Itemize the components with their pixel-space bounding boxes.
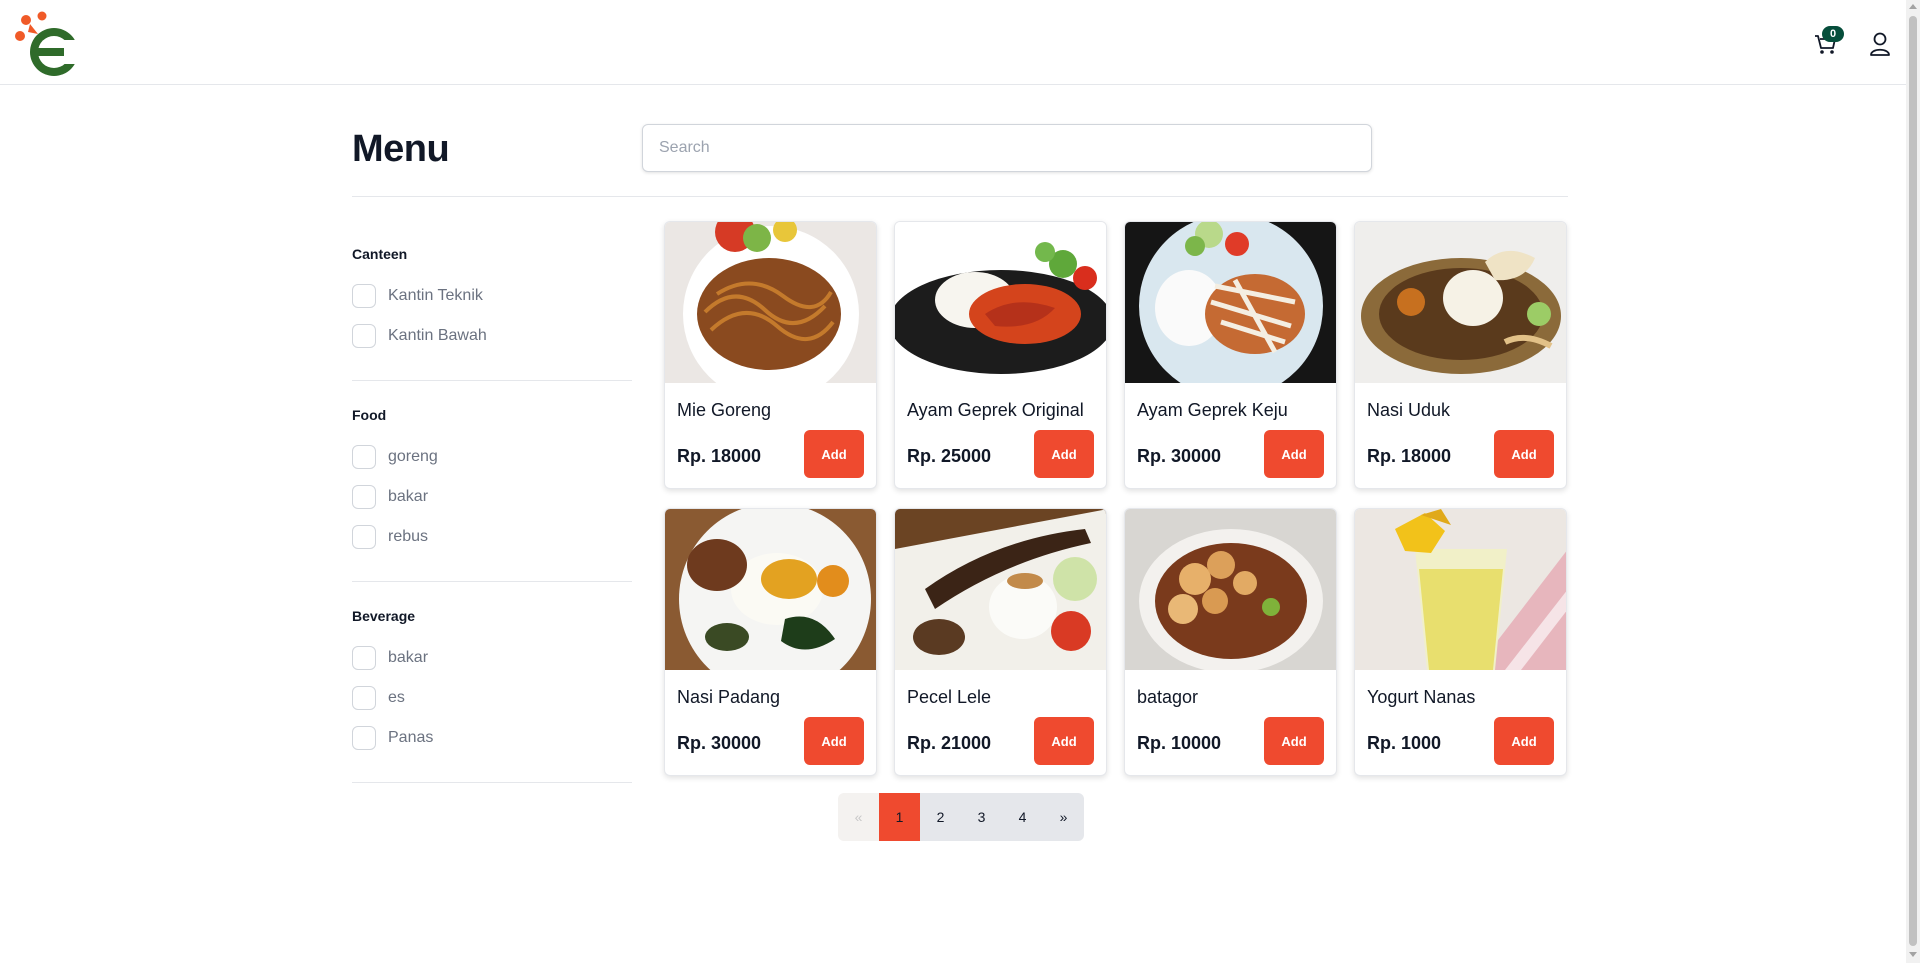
checkbox[interactable] [352, 485, 376, 509]
product-price: Rp. 1000 [1367, 733, 1442, 753]
product-price: Rp. 30000 [1137, 446, 1222, 466]
add-to-cart-button[interactable]: Add [1264, 430, 1324, 478]
product-card[interactable]: Yogurt Nanas Rp. 1000 Add [1354, 508, 1567, 776]
filter-label: goreng [388, 448, 438, 465]
filter-group-food: Food goreng bakar rebus [352, 381, 632, 582]
scrollbar-thumb[interactable] [1909, 16, 1917, 946]
product-card[interactable]: Mie Goreng Rp. 18000 Add [664, 221, 877, 489]
product-price: Rp. 25000 [907, 446, 992, 466]
cart-count-badge: 0 [1822, 26, 1844, 42]
product-card[interactable]: Pecel Lele Rp. 21000 Add [894, 508, 1107, 776]
nasi-padang-photo[interactable] [665, 509, 876, 670]
pagination: « 1 2 3 4 » [838, 793, 1084, 841]
add-to-cart-button[interactable]: Add [1034, 430, 1094, 478]
pagination-next-button[interactable]: » [1043, 793, 1084, 841]
heading-divider [352, 196, 1568, 197]
filter-group-canteen: Canteen Kantin Teknik Kantin Bawah [352, 220, 632, 381]
add-to-cart-button[interactable]: Add [1494, 430, 1554, 478]
page-title: Menu [352, 128, 450, 170]
pagination-page-2[interactable]: 2 [920, 793, 961, 841]
search-input[interactable] [642, 124, 1372, 172]
filter-title: Food [352, 407, 387, 423]
mie-goreng-photo[interactable] [665, 222, 876, 383]
product-card[interactable]: Nasi Uduk Rp. 18000 Add [1354, 221, 1567, 489]
filter-label: rebus [388, 528, 429, 545]
product-grid: Mie Goreng Rp. 18000 Add Ayam Geprek Ori… [664, 221, 1568, 776]
page-scrollbar[interactable] [1906, 0, 1920, 963]
filter-group-beverage: Beverage bakar es Panas [352, 582, 632, 783]
product-card[interactable]: batagor Rp. 10000 Add [1124, 508, 1337, 776]
add-to-cart-button[interactable]: Add [804, 717, 864, 765]
add-to-cart-button[interactable]: Add [1264, 717, 1324, 765]
product-price: Rp. 21000 [907, 733, 992, 753]
ayam-geprek-original-photo[interactable] [895, 222, 1106, 383]
scroll-up-arrow-icon[interactable] [1909, 4, 1917, 9]
add-to-cart-button[interactable]: Add [1034, 717, 1094, 765]
checkbox[interactable] [352, 525, 376, 549]
filter-label: bakar [388, 649, 429, 666]
filter-label: Kantin Teknik [388, 287, 483, 304]
add-to-cart-button[interactable]: Add [1494, 717, 1554, 765]
nasi-uduk-photo[interactable] [1355, 222, 1566, 383]
filter-option-kantin-teknik[interactable]: Kantin Teknik [352, 284, 632, 308]
user-icon[interactable] [1868, 30, 1892, 58]
product-name: Nasi Uduk [1367, 400, 1451, 420]
logo-icon[interactable] [14, 10, 84, 78]
pagination-page-4[interactable]: 4 [1002, 793, 1043, 841]
checkbox[interactable] [352, 324, 376, 348]
product-price: Rp. 18000 [1367, 446, 1452, 466]
product-card[interactable]: Nasi Padang Rp. 30000 Add [664, 508, 877, 776]
checkbox[interactable] [352, 686, 376, 710]
product-name: Nasi Padang [677, 687, 781, 707]
filter-option-panas[interactable]: Panas [352, 726, 632, 750]
filter-label: Kantin Bawah [388, 327, 487, 344]
product-card[interactable]: Ayam Geprek Keju Rp. 30000 Add [1124, 221, 1337, 489]
filter-title: Beverage [352, 608, 416, 624]
batagor-photo[interactable] [1125, 509, 1336, 670]
filter-label: bakar [388, 488, 429, 505]
product-name: batagor [1137, 687, 1199, 707]
product-name: Mie Goreng [677, 400, 772, 420]
top-navbar: 0 [0, 0, 1906, 85]
product-price: Rp. 18000 [677, 446, 762, 466]
checkbox[interactable] [352, 726, 376, 750]
filter-title: Canteen [352, 246, 408, 262]
pagination-page-1[interactable]: 1 [879, 793, 920, 841]
product-card[interactable]: Ayam Geprek Original Rp. 25000 Add [894, 221, 1107, 489]
filter-option-kantin-bawah[interactable]: Kantin Bawah [352, 324, 632, 348]
product-price: Rp. 10000 [1137, 733, 1222, 753]
checkbox[interactable] [352, 445, 376, 469]
product-name: Yogurt Nanas [1367, 687, 1476, 707]
filter-option-bakar[interactable]: bakar [352, 485, 632, 509]
filter-option-goreng[interactable]: goreng [352, 445, 632, 469]
pagination-page-3[interactable]: 3 [961, 793, 1002, 841]
yogurt-nanas-photo[interactable] [1355, 509, 1566, 670]
product-name: Pecel Lele [907, 687, 992, 707]
checkbox[interactable] [352, 284, 376, 308]
filter-option-rebus[interactable]: rebus [352, 525, 632, 549]
ayam-geprek-keju-photo[interactable] [1125, 222, 1336, 383]
pecel-lele-photo[interactable] [895, 509, 1106, 670]
scroll-down-arrow-icon[interactable] [1909, 952, 1917, 957]
filter-option-bakar[interactable]: bakar [352, 646, 632, 670]
filter-label: es [388, 689, 405, 706]
product-name: Ayam Geprek Original [907, 400, 1084, 420]
filter-sidebar: Canteen Kantin Teknik Kantin Bawah Food … [352, 220, 632, 783]
product-name: Ayam Geprek Keju [1137, 400, 1288, 420]
product-price: Rp. 30000 [677, 733, 762, 753]
filter-label: Panas [388, 729, 434, 746]
filter-option-es[interactable]: es [352, 686, 632, 710]
checkbox[interactable] [352, 646, 376, 670]
add-to-cart-button[interactable]: Add [804, 430, 864, 478]
pagination-prev-button[interactable]: « [838, 793, 879, 841]
